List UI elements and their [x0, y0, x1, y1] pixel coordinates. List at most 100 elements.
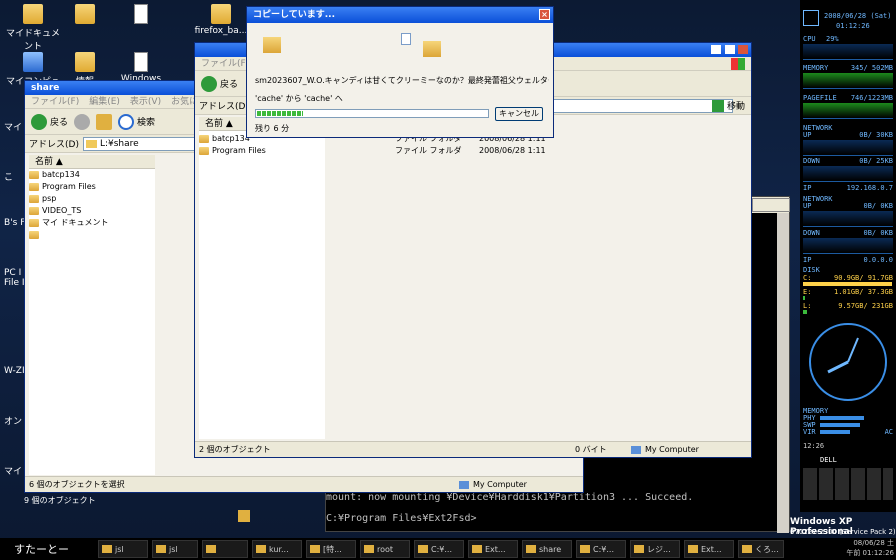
disk-letter: E:	[803, 288, 812, 296]
background-window-titlebar[interactable]	[752, 198, 790, 212]
folder-icon	[199, 135, 209, 143]
disk-letter: L:	[803, 302, 812, 310]
cancel-button[interactable]: キャンセル	[495, 107, 543, 121]
desktop-edge-label: マイ	[4, 467, 23, 477]
system-clock[interactable]: 08/06/28 土 午前 01:12:26	[838, 538, 896, 560]
up-folder-icon[interactable]	[96, 113, 113, 130]
folder-tree-pane[interactable]: 名前 ▲	[199, 117, 325, 439]
taskbar-button[interactable]: [特...	[306, 540, 356, 558]
console-prompt[interactable]: C:¥Program Files¥Ext2Fsd>	[326, 513, 776, 524]
pagefile-graph	[803, 103, 893, 119]
clock-date: 08/06/28 土	[853, 539, 894, 547]
search-button[interactable]: 検索	[118, 113, 155, 130]
back-button[interactable]: 戻る	[201, 75, 238, 92]
maximize-icon[interactable]	[725, 45, 735, 54]
list-item-label: VIDEO_TS	[42, 206, 82, 215]
back-arrow-icon	[201, 75, 217, 92]
close-icon[interactable]	[738, 45, 748, 54]
gadget-time: 01:12:26	[836, 22, 870, 30]
disk-usage-bar	[803, 282, 892, 286]
back-arrow-icon	[31, 113, 47, 130]
folder-icon	[29, 219, 39, 227]
menu-file[interactable]: ファイル(F)	[31, 95, 79, 108]
memory-value: 345/ 502MB	[850, 64, 893, 72]
taskbar-button[interactable]: Ext...	[684, 540, 734, 558]
ip2-label: IP	[803, 256, 812, 264]
list-item[interactable]: psp	[29, 193, 155, 205]
console-scrollbar[interactable]	[777, 213, 789, 533]
memory-label: MEMORY	[803, 64, 829, 72]
upload2-label: UP	[803, 202, 812, 210]
upload-graph	[803, 140, 893, 156]
menu-edit[interactable]: 編集(E)	[89, 95, 120, 108]
disk-value: 1.01GB/ 37.3GB	[833, 288, 893, 296]
time-remaining: 残り 6 分	[255, 124, 290, 133]
ip-value: 192.168.0.7	[846, 184, 893, 192]
folder-icon	[75, 52, 95, 72]
list-item[interactable]	[29, 229, 155, 241]
window-title-text: share	[31, 83, 60, 93]
desktop-icon-file[interactable]	[110, 4, 172, 26]
disk-usage-bar	[803, 296, 805, 300]
desktop-edge-label: File I	[4, 278, 25, 288]
forward-arrow-icon[interactable]	[74, 113, 91, 130]
status-count: 2 個のオブジェクト	[199, 445, 271, 454]
gadget-date: 2008/06/28 (Sat)	[824, 12, 892, 20]
list-item[interactable]: VIDEO_TS	[29, 205, 155, 217]
column-header-name[interactable]: 名前 ▲	[29, 155, 155, 169]
desktop-icon-folder[interactable]	[54, 4, 116, 26]
cpu-value: 29%	[826, 35, 839, 43]
clock-time: 午前 01:12:26	[846, 549, 894, 557]
taskbar-button[interactable]: root	[360, 540, 410, 558]
download2-label: DOWN	[803, 229, 820, 237]
list-item[interactable]: マイ ドキュメント	[29, 217, 155, 229]
calendar-icon	[803, 10, 819, 26]
table-row[interactable]: Program Files ファイル フォルダ 2008/06/28 1:11	[199, 145, 749, 157]
status-size: 0 バイト	[575, 445, 607, 454]
folder-icon	[29, 171, 39, 179]
file-list-pane[interactable]: 名前 ▲ batcp134 Program Files psp VIDEO_TS…	[29, 155, 155, 475]
copy-progress-bar	[255, 109, 489, 118]
phy-bar	[820, 416, 864, 420]
go-button[interactable]: 移動	[711, 99, 745, 112]
status-location-text: My Computer	[645, 445, 699, 454]
computer-icon	[459, 481, 469, 489]
go-arrow-icon	[711, 99, 724, 112]
menu-file[interactable]: ファイル(F)	[201, 57, 249, 70]
taskbar-button[interactable]: Ext...	[468, 540, 518, 558]
taskbar-button[interactable]: jsl	[98, 540, 148, 558]
address-label: アドレス(D)	[29, 140, 79, 150]
folder-icon	[29, 183, 39, 191]
minimize-icon[interactable]	[711, 45, 721, 54]
taskbar-button[interactable]: C:¥...	[576, 540, 626, 558]
list-item[interactable]: Program Files	[29, 181, 155, 193]
taskbar-button[interactable]: レジ...	[630, 540, 680, 558]
copy-dialog[interactable]: コピーしています... × sm2023607_W.O.キャンディは甘くてクリー…	[246, 6, 554, 138]
flying-document-icon	[401, 33, 411, 45]
start-button[interactable]: すたーとー	[14, 541, 94, 557]
disk-letter: C:	[803, 274, 812, 282]
back-button[interactable]: 戻る	[31, 113, 68, 130]
taskbar-button[interactable]: jsl	[152, 540, 198, 558]
launcher-icon-grid[interactable]	[803, 468, 893, 500]
mini-clock: 12:26	[803, 442, 825, 450]
console-line: mount: now mounting ¥Device¥Harddisk1¥Pa…	[326, 492, 694, 503]
taskbar-button[interactable]: C:¥...	[414, 540, 464, 558]
folder-icon	[199, 147, 209, 155]
address-input[interactable]: L:¥share	[82, 136, 203, 151]
dialog-titlebar[interactable]: コピーしています... ×	[247, 7, 553, 23]
taskbar-button[interactable]: くろ...	[738, 540, 784, 558]
menu-view[interactable]: 表示(V)	[130, 95, 161, 108]
download2-value: 0B/ 0KB	[863, 229, 893, 237]
column-header-label: 名前	[35, 157, 54, 167]
desktop-edge-label: マイ	[4, 123, 23, 133]
tray-app-icon[interactable]	[238, 510, 250, 522]
desktop-icon-firefox-backup[interactable]: firefox_ba...	[190, 4, 252, 36]
list-item[interactable]: batcp134	[29, 169, 155, 181]
taskbar-button[interactable]: kur...	[252, 540, 302, 558]
desktop-edge-label: B's F	[4, 218, 26, 228]
taskbar-button[interactable]	[202, 540, 248, 558]
taskbar-button[interactable]: share	[522, 540, 572, 558]
close-icon[interactable]: ×	[539, 9, 550, 20]
